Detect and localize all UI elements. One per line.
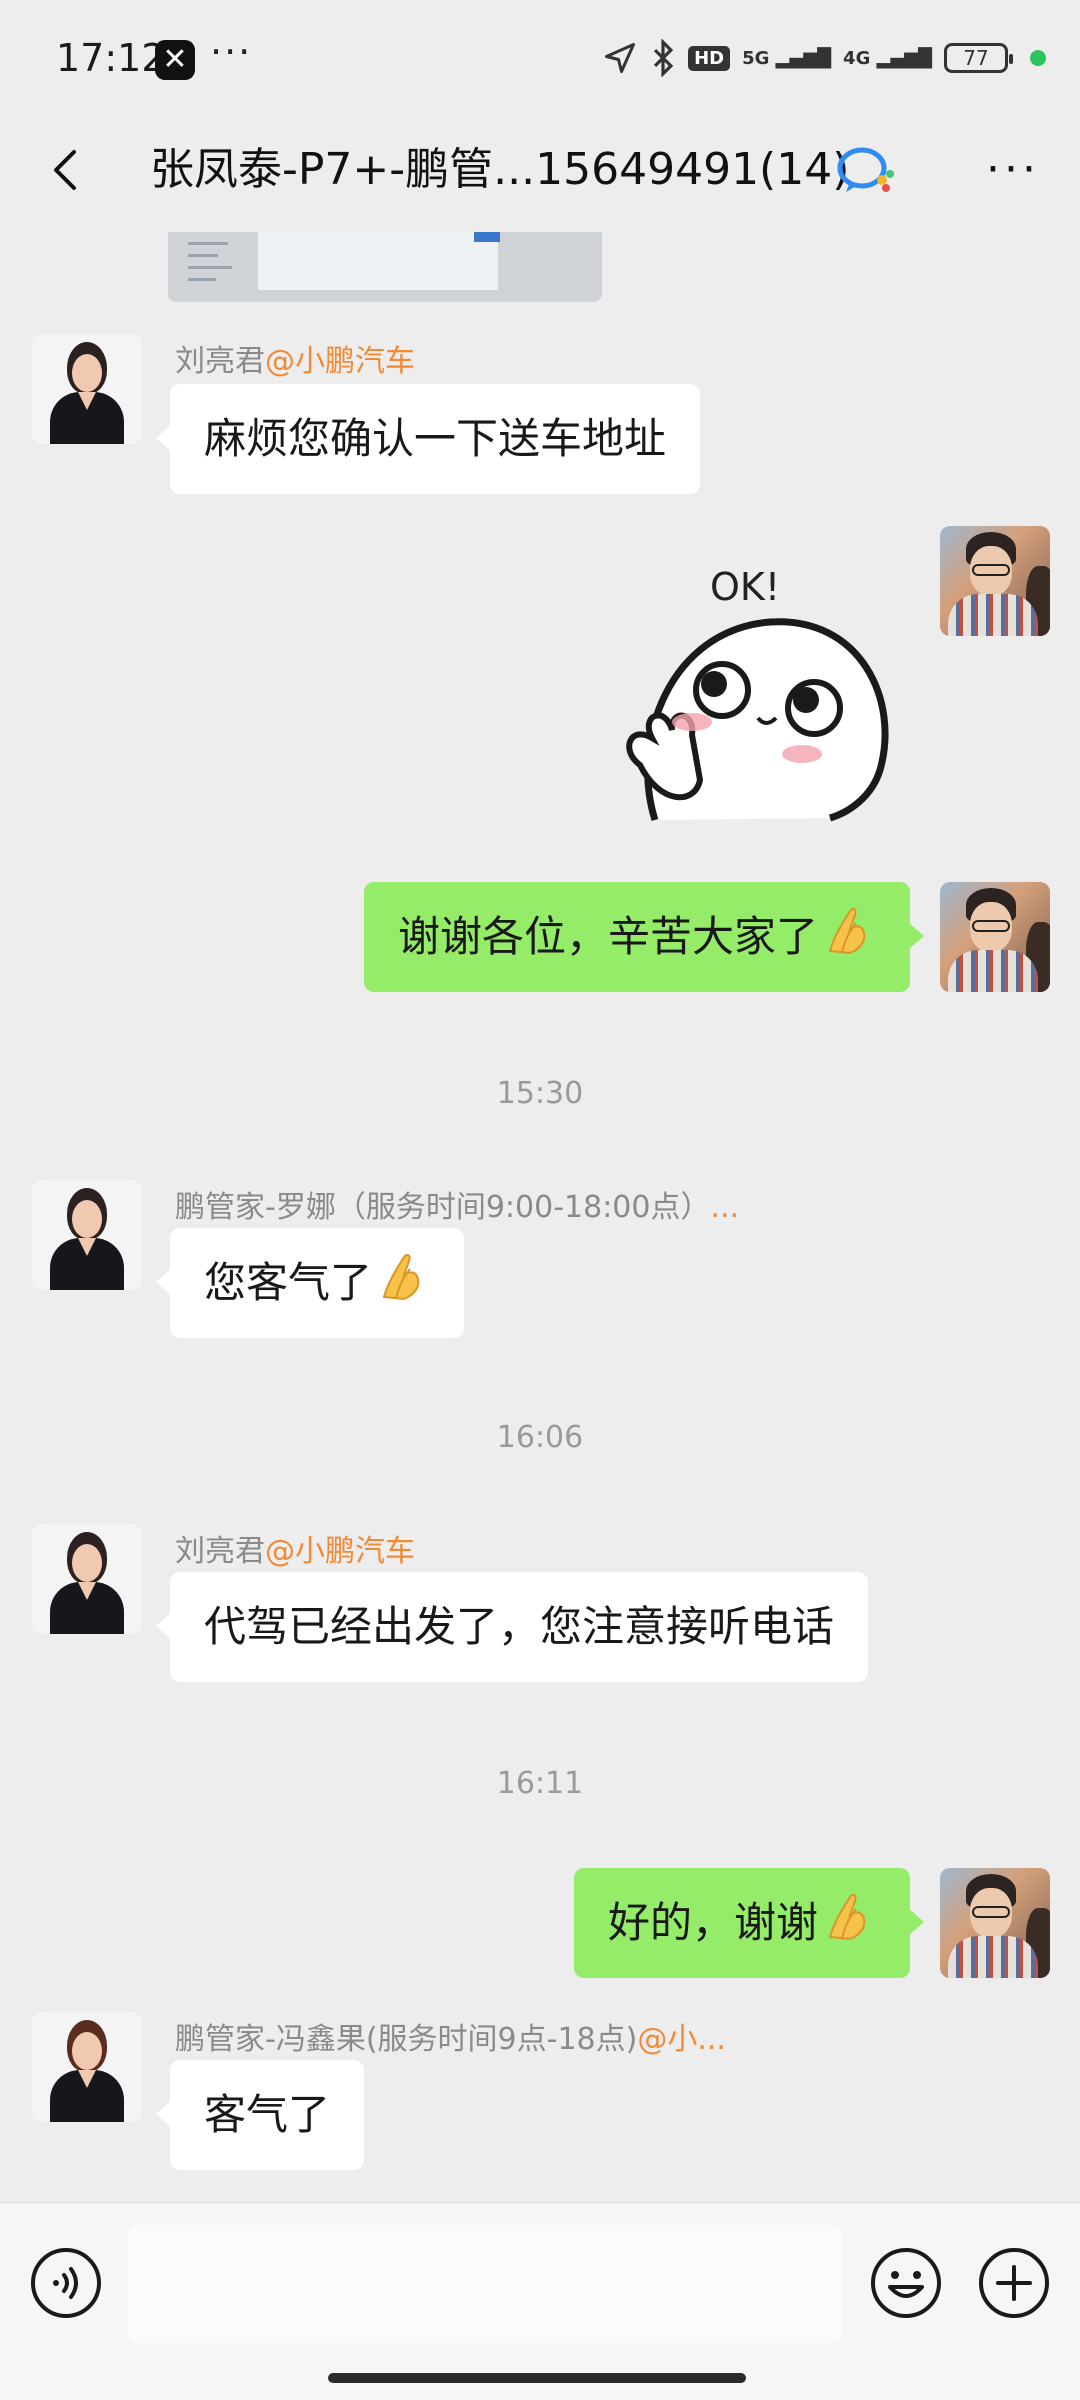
status-bar: 17:12 ✕ ··· HD 5G ▂▄▆█ 4G ▂▄▆█ 77 (0, 0, 1080, 120)
chat-header: 张凤泰-P7+-鹏管...15649491(14) ··· (0, 120, 1080, 220)
sender-name: 鹏管家-罗娜（服务时间9:00-18:00点）... (175, 1190, 740, 1225)
sender-name: 刘亮君@小鹏汽车 (175, 344, 415, 379)
hd-icon: HD (688, 45, 731, 71)
avatar-self[interactable] (940, 1868, 1050, 1978)
avatar-self[interactable] (940, 882, 1050, 992)
message-bubble-outgoing[interactable]: 好的，谢谢 (573, 1868, 925, 1978)
signal-4g-icon: 4G ▂▄▆█ (843, 47, 932, 69)
input-bar (0, 2202, 1080, 2400)
time-divider: 15:30 (496, 1076, 584, 1111)
ok-sticker[interactable]: OK! (610, 550, 900, 840)
sender-name: 鹏管家-冯鑫果(服务时间9点-18点)@小... (175, 2022, 726, 2057)
status-more-icon: ··· (210, 30, 253, 74)
folded-hands-emoji (382, 1253, 420, 1301)
emoji-icon[interactable] (868, 2245, 944, 2321)
avatar[interactable] (32, 1180, 142, 1290)
avatar[interactable] (32, 2012, 142, 2122)
status-indicators: HD 5G ▂▄▆█ 4G ▂▄▆█ 77 (602, 36, 1046, 80)
message-input[interactable] (128, 2225, 842, 2343)
voice-input-icon[interactable] (28, 2245, 104, 2321)
plus-icon[interactable] (976, 2245, 1052, 2321)
message-bubble-incoming[interactable]: 客气了 (155, 2060, 365, 2170)
sticker-text: OK! (710, 565, 780, 609)
avatar-self[interactable] (940, 526, 1050, 636)
message-text: 好的，谢谢 (607, 1898, 818, 1947)
message-bubble-outgoing[interactable]: 谢谢各位，辛苦大家了 (363, 882, 925, 992)
message-text: 您客气了 (204, 1258, 373, 1307)
battery-icon: 77 (944, 43, 1013, 73)
message-bubble-incoming[interactable]: 代驾已经出发了，您注意接听电话 (155, 1572, 869, 1682)
folded-hands-emoji (828, 1893, 866, 1941)
enterprise-chat-icon (837, 147, 894, 192)
message-bubble-incoming[interactable]: 麻烦您确认一下送车地址 (155, 384, 701, 494)
privacy-dot-icon (1030, 50, 1046, 66)
x-app-icon: ✕ (155, 40, 195, 80)
image-message[interactable] (168, 232, 602, 302)
message-bubble-incoming[interactable]: 您客气了 (155, 1228, 465, 1338)
time-divider: 16:11 (496, 1766, 584, 1801)
sender-name: 刘亮君@小鹏汽车 (175, 1534, 415, 1569)
back-arrow-icon[interactable] (40, 142, 96, 198)
image-thumbnail (258, 232, 498, 290)
time-divider: 16:06 (496, 1420, 584, 1455)
location-icon (605, 43, 636, 73)
chat-title: 张凤泰-P7+-鹏管...15649491(14) (150, 144, 850, 195)
folded-hands-emoji (828, 907, 866, 955)
avatar[interactable] (32, 334, 142, 444)
status-time: 17:12 (56, 36, 166, 80)
home-indicator[interactable] (328, 2373, 746, 2383)
avatar[interactable] (32, 1524, 142, 1634)
chat-menu-button[interactable]: ··· (986, 148, 1040, 192)
bluetooth-icon (654, 39, 674, 77)
signal-5g-icon: 5G ▂▄▆█ (742, 47, 832, 69)
message-text: 谢谢各位，辛苦大家了 (397, 912, 818, 961)
